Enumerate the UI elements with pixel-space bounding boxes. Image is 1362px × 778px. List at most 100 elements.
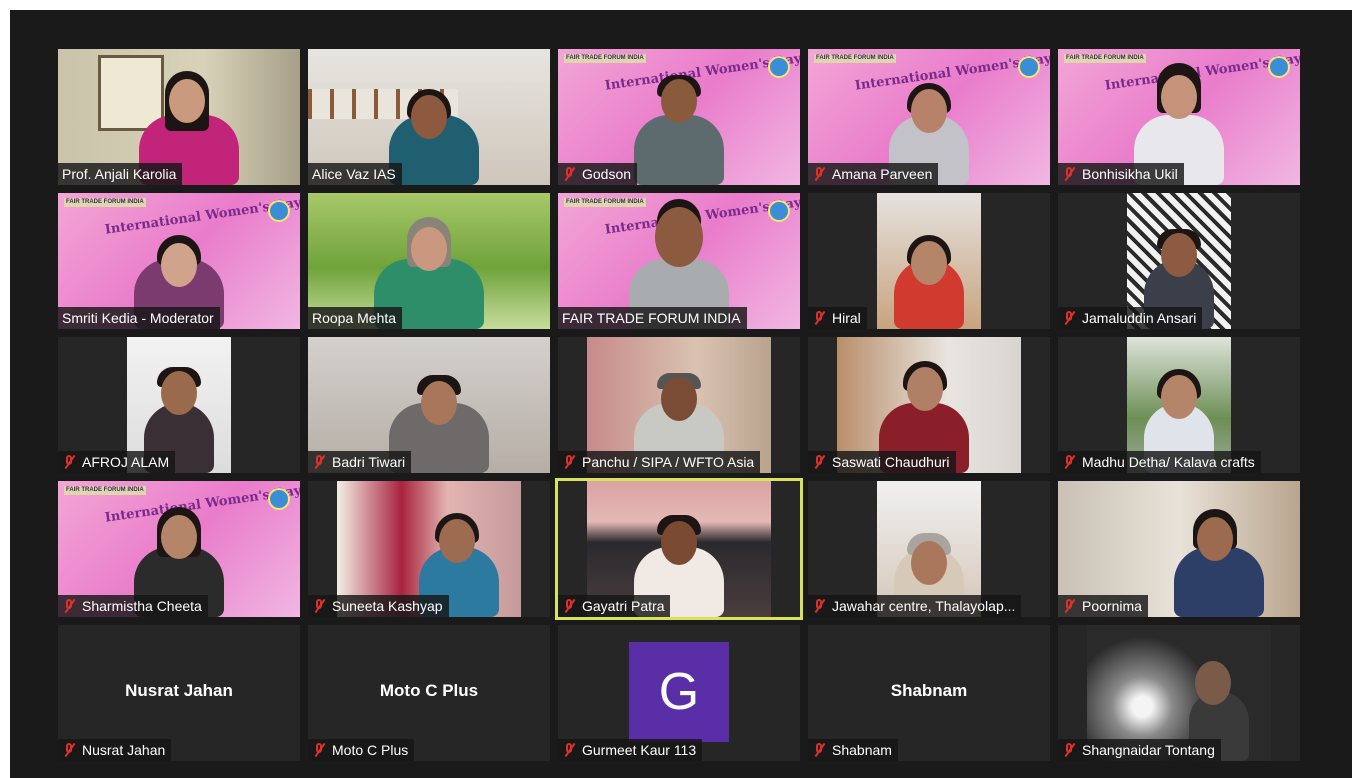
participant-tile[interactable]: Roopa Mehta [308,193,550,329]
muted-mic-icon [562,454,576,470]
participant-tile[interactable]: Alice Vaz IAS [308,49,550,185]
muted-mic-icon [62,742,76,758]
participant-name-text: Nusrat Jahan [82,742,166,758]
participant-name: Roopa Mehta [308,307,403,329]
participant-tile[interactable]: G Gurmeet Kaur 113 [558,625,800,761]
muted-mic-icon [312,598,326,614]
muted-mic-icon [812,166,826,182]
globe-icon [268,200,290,222]
participant-name-text: Gayatri Patra [582,598,665,614]
participant-tile[interactable]: FAIR TRADE FORUM INDIA International Wom… [558,193,800,329]
participant-name-text: Suneeta Kashyap [332,598,443,614]
participant-name: Poornima [1058,595,1148,617]
participant-name-text: Badri Tiwari [332,454,406,470]
participant-tile-active-speaker[interactable]: Gayatri Patra [555,478,803,620]
participant-name: Bonhisikha Ukil [1058,163,1184,185]
participant-tile[interactable]: Shabnam Shabnam [808,625,1050,761]
participant-name: Shabnam [808,739,898,761]
participant-tile[interactable]: Madhu Detha/ Kalava crafts [1058,337,1300,473]
participant-name: Saswati Chaudhuri [808,451,956,473]
banner-logo: FAIR TRADE FORUM INDIA [64,198,146,207]
participant-tile[interactable]: Hiral [808,193,1050,329]
muted-mic-icon [1062,454,1076,470]
participant-name-text: Hiral [832,310,861,326]
banner-logo: FAIR TRADE FORUM INDIA [564,198,646,207]
participant-name-text: Amana Parveen [832,166,933,182]
muted-mic-icon [62,454,76,470]
participant-tile[interactable]: FAIR TRADE FORUM INDIA International Wom… [808,49,1050,185]
participant-name: Hiral [808,307,867,329]
participant-name-text: Alice Vaz IAS [312,166,396,182]
muted-mic-icon [562,166,576,182]
participant-name-text: Roopa Mehta [312,310,397,326]
participant-name: Suneeta Kashyap [308,595,449,617]
muted-mic-icon [812,310,826,326]
muted-mic-icon [1062,742,1076,758]
participant-tile[interactable]: Poornima [1058,481,1300,617]
participant-tile[interactable]: Shangnaidar Tontang [1058,625,1300,761]
participant-name: FAIR TRADE FORUM INDIA [558,307,747,329]
participant-name-text: Shangnaidar Tontang [1082,742,1215,758]
participant-name-text: Jamaluddin Ansari [1082,310,1197,326]
muted-mic-icon [1062,166,1076,182]
participant-name: Alice Vaz IAS [308,163,402,185]
globe-icon [268,488,290,510]
participant-name-text: AFROJ ALAM [82,454,170,470]
participant-name: Madhu Detha/ Kalava crafts [1058,451,1261,473]
muted-mic-icon [812,742,826,758]
muted-mic-icon [812,454,826,470]
participant-tile[interactable]: Jawahar centre, Thalayolap... [808,481,1050,617]
participant-name: Prof. Anjali Karolia [58,163,183,185]
participant-name: Moto C Plus [308,739,415,761]
muted-mic-icon [312,742,326,758]
participant-name: Nusrat Jahan [58,739,172,761]
participant-name: Amana Parveen [808,163,939,185]
participant-tile[interactable]: Suneeta Kashyap [308,481,550,617]
participant-name-text: FAIR TRADE FORUM INDIA [562,310,741,326]
participant-tile[interactable]: Panchu / SIPA / WFTO Asia [558,337,800,473]
participant-name: AFROJ ALAM [58,451,176,473]
participant-tile[interactable]: Jamaluddin Ansari [1058,193,1300,329]
participant-name: Sharmistha Cheeta [58,595,208,617]
participant-name: Gurmeet Kaur 113 [558,739,703,761]
muted-mic-icon [1062,598,1076,614]
participant-tile[interactable]: AFROJ ALAM [58,337,300,473]
participant-name-text: Godson [582,166,632,182]
globe-icon [1018,56,1040,78]
muted-mic-icon [812,598,826,614]
participant-name-text: Madhu Detha/ Kalava crafts [1082,454,1255,470]
muted-mic-icon [62,598,76,614]
muted-mic-icon [562,598,576,614]
participant-name-text: Prof. Anjali Karolia [62,166,177,182]
participant-name: Panchu / SIPA / WFTO Asia [558,451,761,473]
participant-tile[interactable]: Nusrat Jahan Nusrat Jahan [58,625,300,761]
participant-tile[interactable]: FAIR TRADE FORUM INDIA International Wom… [58,481,300,617]
participant-tile[interactable]: Moto C Plus Moto C Plus [308,625,550,761]
banner-logo: FAIR TRADE FORUM INDIA [64,486,146,495]
participant-tile[interactable]: Saswati Chaudhuri [808,337,1050,473]
avatar: G [629,642,729,742]
participant-name-text: Smriti Kedia - Moderator [62,310,214,326]
muted-mic-icon [312,454,326,470]
muted-mic-icon [1062,310,1076,326]
participant-name: Badri Tiwari [308,451,412,473]
banner-logo: FAIR TRADE FORUM INDIA [814,54,896,63]
participant-name: Jamaluddin Ansari [1058,307,1203,329]
participant-tile[interactable]: FAIR TRADE FORUM INDIA International Wom… [58,193,300,329]
participant-name-text: Moto C Plus [332,742,409,758]
participant-name: Godson [558,163,638,185]
globe-icon [768,200,790,222]
participant-tile[interactable]: FAIR TRADE FORUM INDIA International Wom… [558,49,800,185]
participant-tile[interactable]: FAIR TRADE FORUM INDIA International Wom… [1058,49,1300,185]
video-gallery: Prof. Anjali Karolia Alice Vaz IAS FAIR … [10,10,1352,778]
muted-mic-icon [562,742,576,758]
participant-name: Gayatri Patra [558,595,671,617]
participant-name: Shangnaidar Tontang [1058,739,1221,761]
participant-display-name: Nusrat Jahan [125,681,233,700]
participant-tile[interactable]: Prof. Anjali Karolia [58,49,300,185]
participant-display-name: Shabnam [890,681,968,700]
participant-tile[interactable]: Badri Tiwari [308,337,550,473]
banner-logo: FAIR TRADE FORUM INDIA [1064,54,1146,63]
participant-name-text: Gurmeet Kaur 113 [582,742,697,758]
globe-icon [768,56,790,78]
